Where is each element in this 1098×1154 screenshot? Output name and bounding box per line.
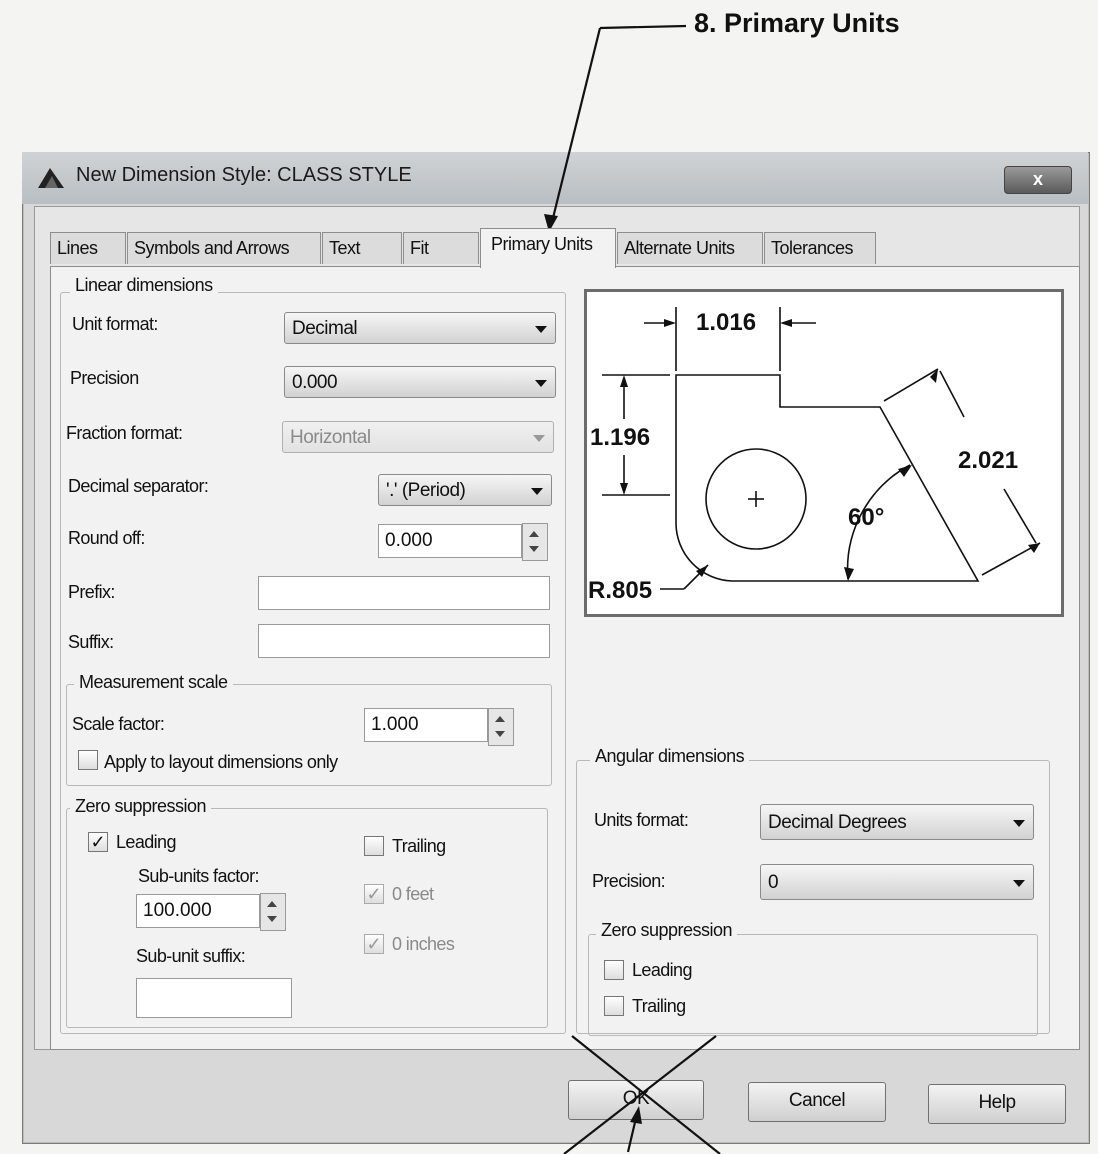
scale-factor-label: Scale factor: (72, 714, 165, 734)
scale-factor-spinner[interactable] (488, 708, 514, 746)
decimal-separator-select[interactable]: '.' (Period) (378, 474, 552, 506)
angular-precision-label: Precision: (592, 871, 666, 891)
angular-dimensions-title: Angular dimensions (590, 746, 750, 767)
angular-trailing-label: Trailing (632, 996, 686, 1016)
spin-down-icon (495, 731, 505, 737)
angular-zero-suppression-title: Zero suppression (596, 920, 738, 941)
preview-angle: 60° (848, 504, 885, 531)
spin-up-icon (267, 901, 277, 907)
ok-button[interactable]: OK (568, 1080, 704, 1120)
spin-up-icon (495, 716, 505, 722)
help-button[interactable]: Help (928, 1084, 1066, 1124)
prefix-input[interactable] (258, 576, 550, 610)
trailing-checkbox[interactable] (364, 836, 384, 856)
round-off-label: Round off: (68, 528, 145, 548)
sub-unit-suffix-input[interactable] (136, 978, 292, 1018)
angular-units-format-label: Units format: (594, 810, 689, 830)
preview-dim-top: 1.016 (696, 309, 757, 336)
apply-layout-label: Apply to layout dimensions only (104, 752, 338, 772)
spin-down-icon (529, 546, 539, 552)
fraction-format-label: Fraction format: (66, 423, 183, 443)
precision-select[interactable]: 0.000 (284, 366, 556, 398)
unit-format-select[interactable]: Decimal (284, 312, 556, 344)
chevron-down-icon (531, 488, 543, 495)
zero-inches-checkbox: ✓ (364, 934, 384, 954)
angular-units-format-value: Decimal Degrees (768, 812, 907, 833)
scale-factor-input[interactable]: 1.000 (364, 708, 488, 742)
decimal-separator-label: Decimal separator: (68, 476, 209, 496)
fraction-format-select: Horizontal (282, 421, 554, 453)
prefix-label: Prefix: (68, 582, 115, 602)
chevron-down-icon (1013, 880, 1025, 887)
chevron-down-icon (535, 380, 547, 387)
angular-trailing-checkbox[interactable] (604, 996, 624, 1016)
tab-primary-units[interactable]: Primary Units (480, 228, 616, 268)
close-button[interactable]: x (1004, 166, 1072, 194)
unit-format-value: Decimal (292, 318, 358, 339)
leading-checkbox[interactable]: ✓ (88, 832, 108, 852)
sub-units-factor-input[interactable]: 100.000 (136, 894, 260, 928)
spin-down-icon (267, 916, 277, 922)
angular-precision-select[interactable]: 0 (760, 864, 1034, 900)
trailing-label: Trailing (392, 836, 446, 856)
callout-title: 8. Primary Units (694, 8, 900, 38)
precision-label: Precision (70, 368, 139, 388)
preview-radius: R.805 (588, 577, 653, 604)
angular-leading-label: Leading (632, 960, 692, 980)
preview-dim-right: 2.021 (958, 447, 1019, 474)
angular-precision-value: 0 (768, 872, 779, 893)
suffix-label: Suffix: (68, 632, 114, 652)
chevron-down-icon (1013, 820, 1025, 827)
unit-format-label: Unit format: (72, 314, 158, 334)
dialog-title: New Dimension Style: CLASS STYLE (76, 164, 412, 186)
app-icon (38, 168, 64, 188)
zero-suppression-title: Zero suppression (70, 796, 212, 817)
cancel-button[interactable]: Cancel (748, 1082, 886, 1122)
tab-text[interactable]: Text (322, 232, 402, 264)
angular-leading-checkbox[interactable] (604, 960, 624, 980)
zero-inches-label: 0 inches (392, 934, 455, 954)
apply-layout-checkbox[interactable] (78, 750, 98, 770)
fraction-format-value: Horizontal (290, 427, 371, 448)
tab-lines[interactable]: Lines (50, 232, 126, 264)
tab-symbols-and-arrows[interactable]: Symbols and Arrows (127, 232, 321, 264)
tab-fit[interactable]: Fit (403, 232, 479, 264)
sub-units-factor-label: Sub-units factor: (138, 866, 259, 886)
decimal-separator-value: '.' (Period) (386, 480, 466, 501)
angular-zero-suppression-group (588, 934, 1038, 1036)
round-off-spinner[interactable] (522, 523, 548, 561)
tab-alternate-units[interactable]: Alternate Units (617, 232, 763, 264)
round-off-input[interactable]: 0.000 (378, 524, 522, 558)
preview-dim-left: 1.196 (590, 424, 651, 451)
zero-feet-label: 0 feet (392, 884, 434, 904)
measurement-scale-title: Measurement scale (74, 672, 233, 693)
chevron-down-icon (533, 435, 545, 442)
angular-units-format-select[interactable]: Decimal Degrees (760, 804, 1034, 840)
chevron-down-icon (535, 326, 547, 333)
spin-up-icon (529, 531, 539, 537)
precision-value: 0.000 (292, 372, 338, 393)
suffix-input[interactable] (258, 624, 550, 658)
tab-tolerances[interactable]: Tolerances (764, 232, 876, 264)
sub-unit-suffix-label: Sub-unit suffix: (136, 946, 246, 966)
leading-label: Leading (116, 832, 176, 852)
zero-feet-checkbox: ✓ (364, 884, 384, 904)
linear-dimensions-title: Linear dimensions (70, 275, 218, 296)
sub-units-factor-spinner[interactable] (260, 893, 286, 931)
